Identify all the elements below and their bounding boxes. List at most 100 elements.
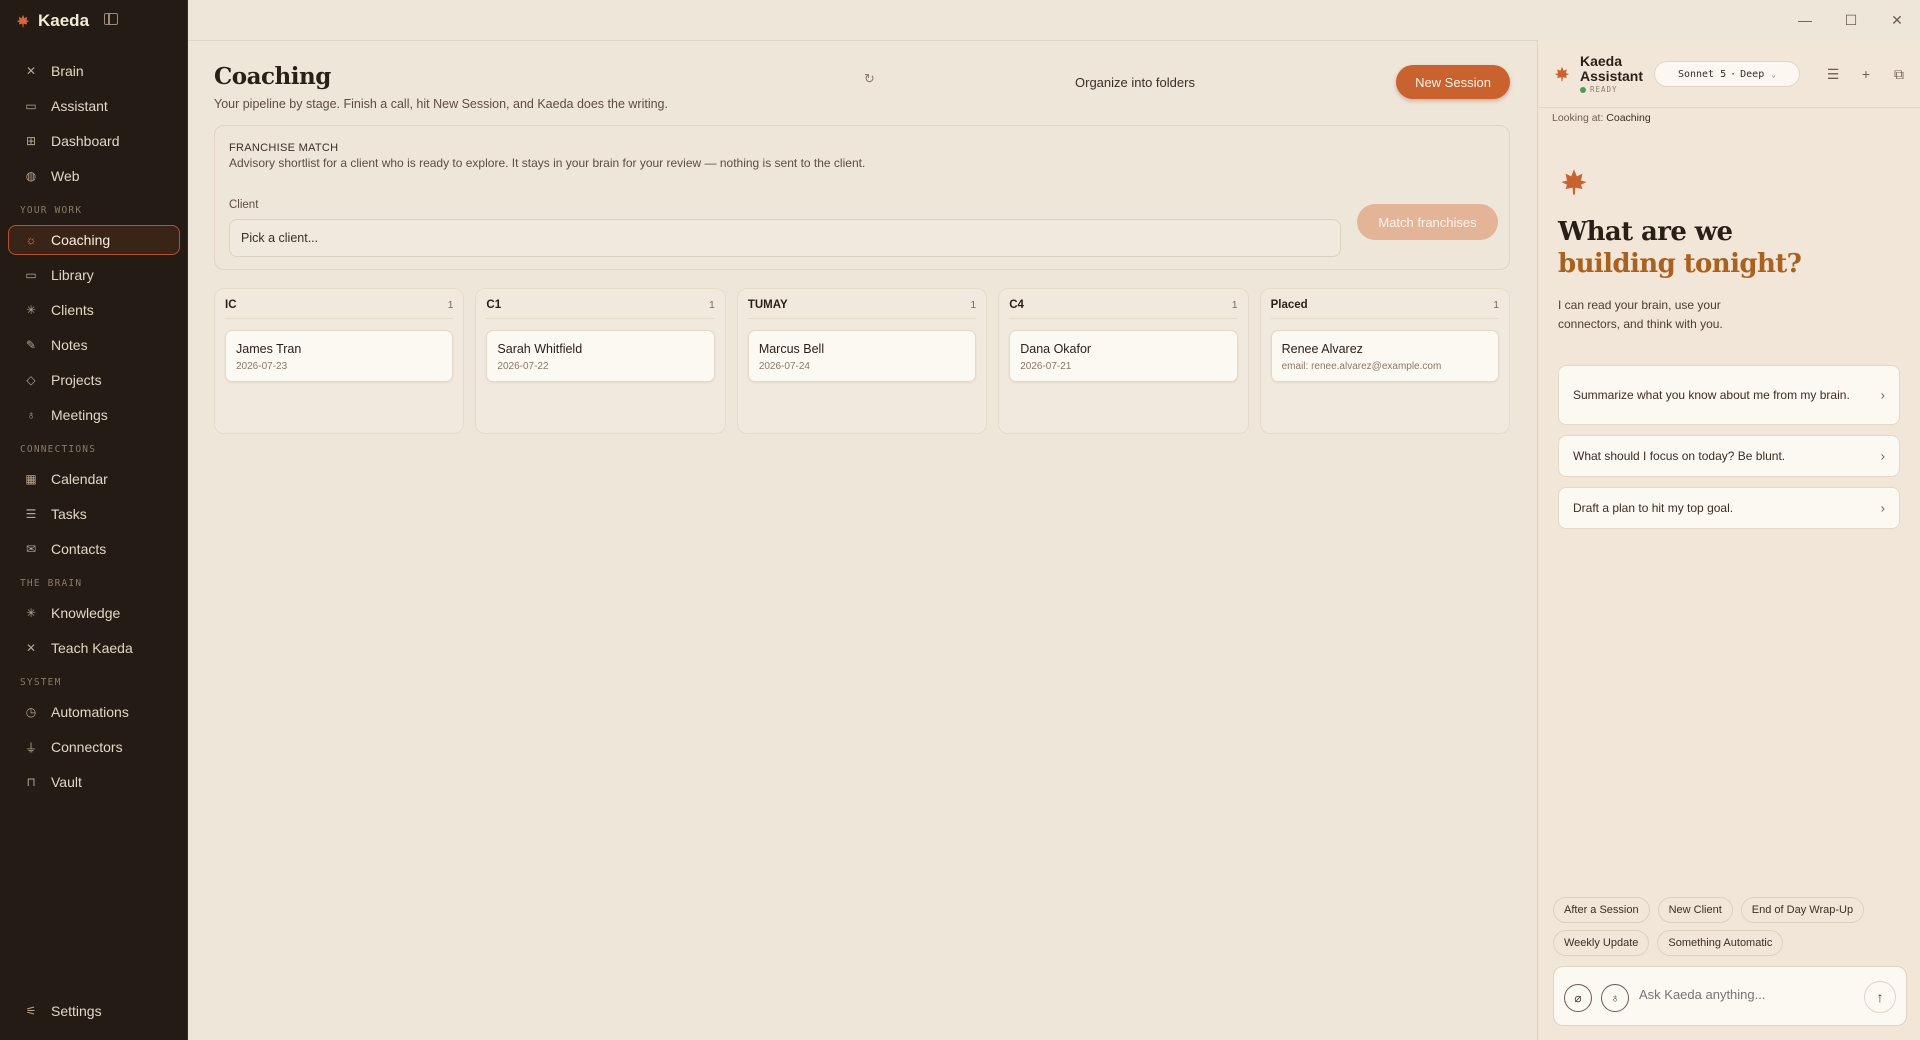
sidebar-item-clients[interactable]: ✳ Clients — [8, 295, 180, 325]
stage-name: TUMAY — [747, 299, 788, 311]
sidebar-item-label: Settings — [51, 1003, 102, 1019]
model-name: Sonnet 5 — [1677, 68, 1727, 80]
context-value: Coaching — [1606, 112, 1651, 124]
new-session-button[interactable]: New Session — [1396, 65, 1510, 99]
clock-icon: ◷ — [25, 705, 37, 719]
brain-icon: ✕ — [25, 641, 37, 655]
assistant-status-label: READY — [1590, 85, 1618, 94]
section-connections: CONNECTIONS — [20, 444, 97, 455]
stage-header: Placed 1 — [1270, 299, 1500, 319]
stage-column-c1: C1 1 Sarah Whitfield 2026-07-22 — [475, 288, 726, 434]
client-card[interactable]: Marcus Bell 2026-07-24 — [747, 330, 977, 382]
microphone-icon[interactable]: ♁ — [1601, 984, 1629, 1012]
client-label: Client — [229, 199, 259, 211]
stage-header: C1 1 — [486, 299, 715, 319]
sidebar-item-vault[interactable]: ⊓ Vault — [8, 767, 180, 797]
stage-count: 1 — [970, 299, 977, 311]
stage-count: 1 — [708, 299, 715, 311]
mail-icon: ✉ — [25, 542, 37, 556]
stage-name: IC — [225, 299, 237, 311]
grid-icon: ⊞ — [25, 134, 37, 148]
client-card[interactable]: James Tran 2026-07-23 — [225, 330, 454, 382]
maximize-icon[interactable]: ☐ — [1828, 0, 1874, 40]
chip-new-client[interactable]: New Client — [1657, 897, 1733, 923]
suggested-prompt[interactable]: Draft a plan to hit my top goal. › — [1558, 487, 1900, 529]
sidebar-item-label: Tasks — [51, 506, 87, 522]
close-icon[interactable]: ✕ — [1874, 0, 1920, 40]
client-name: Renee Alvarez — [1281, 342, 1363, 356]
send-arrow-icon[interactable]: ↑ — [1864, 981, 1896, 1013]
stage-name: C4 — [1009, 299, 1024, 311]
window-controls: — ☐ ✕ — [1782, 0, 1920, 40]
attach-paperclip-icon[interactable]: ⌀ — [1564, 984, 1592, 1012]
sidebar-item-label: Contacts — [51, 541, 107, 557]
sidebar-item-contacts[interactable]: ✉ Contacts — [8, 534, 180, 564]
stage-column-ic: IC 1 James Tran 2026-07-23 — [214, 288, 465, 434]
assistant-hero-subtitle: I can read your brain, use your connecto… — [1558, 298, 1723, 331]
stage-column-tumay: TUMAY 1 Marcus Bell 2026-07-24 — [736, 288, 988, 434]
model-selector[interactable]: Sonnet 5 · Deep ⌄ — [1654, 61, 1800, 87]
calendar-icon: ▦ — [25, 472, 37, 486]
sidebar-item-brain[interactable]: ✕ Brain — [8, 56, 180, 86]
sidebar-item-teach-kaeda[interactable]: ✕ Teach Kaeda — [8, 633, 180, 663]
chat-input[interactable] — [1639, 987, 1839, 1002]
pop-out-icon[interactable]: ⧉ — [1889, 64, 1909, 84]
sidebar-item-coaching[interactable]: ☼ Coaching — [8, 225, 180, 255]
stage-column-placed: Placed 1 Renee Alvarez email: renee.alvare… — [1259, 288, 1511, 434]
mic-icon: ♁ — [26, 408, 36, 422]
status-dot-icon — [1580, 86, 1586, 93]
client-card[interactable]: Sarah Whitfield 2026-07-22 — [486, 330, 715, 382]
sidebar-item-connectors[interactable]: ⏚ Connectors — [8, 732, 180, 762]
client-name: James Tran — [236, 342, 302, 356]
franchise-match-description: Advisory shortlist for a client who is r… — [229, 156, 866, 170]
client-name: Dana Okafor — [1020, 342, 1092, 356]
chip-after-a-session[interactable]: After a Session — [1553, 897, 1650, 923]
prompt-text: Summarize what you know about me from my… — [1573, 387, 1850, 402]
chevron-right-icon: › — [1880, 387, 1885, 403]
sidebar-item-knowledge[interactable]: ✳ Knowledge — [8, 598, 180, 628]
client-card[interactable]: Dana Okafor 2026-07-21 — [1009, 330, 1238, 382]
sidebar-item-dashboard[interactable]: ⊞ Dashboard — [8, 126, 180, 156]
minimize-icon[interactable]: — — [1782, 0, 1828, 40]
sidebar-item-label: Meetings — [51, 407, 108, 423]
section-system: SYSTEM — [20, 677, 62, 688]
hero-line-1: What are we — [1558, 217, 1733, 247]
chip-end-of-day-wrap-up[interactable]: End of Day Wrap-Up — [1740, 897, 1865, 923]
sidebar-item-web[interactable]: ◍ Web — [8, 161, 180, 191]
sidebar-item-label: Notes — [51, 337, 88, 353]
sidebar-toggle-icon[interactable] — [104, 13, 118, 25]
sidebar-item-automations[interactable]: ◷ Automations — [8, 697, 180, 727]
chip-weekly-update[interactable]: Weekly Update — [1553, 930, 1650, 956]
franchise-match-heading: FRANCHISE MATCH — [229, 142, 339, 154]
sidebar-item-tasks[interactable]: ☰ Tasks — [8, 499, 180, 529]
history-list-icon[interactable]: ☰ — [1823, 64, 1843, 84]
client-meta: 2026-07-21 — [1020, 361, 1072, 372]
refresh-icon[interactable]: ↻ — [864, 71, 878, 86]
suggested-prompt[interactable]: What should I focus on today? Be blunt. › — [1558, 435, 1900, 477]
stage-column-c4: C4 1 Dana Okafor 2026-07-21 — [998, 288, 1249, 434]
sidebar-item-assistant[interactable]: ▭ Assistant — [8, 91, 180, 121]
client-select[interactable]: Pick a client... — [229, 219, 1341, 257]
sidebar-item-notes[interactable]: ✎ Notes — [8, 330, 180, 360]
brand[interactable]: Kaeda — [16, 10, 89, 32]
client-name: Marcus Bell — [758, 342, 825, 356]
organize-folders-button[interactable]: Organize into folders — [1075, 75, 1195, 90]
sidebar-item-library[interactable]: ▭ Library — [8, 260, 180, 290]
sidebar: Kaeda ✕ Brain ▭ Assistant ⊞ Dashboard ◍ Web … — [0, 0, 188, 1040]
page-subtitle: Your pipeline by stage. Finish a call, h… — [214, 97, 668, 111]
sidebar-item-projects[interactable]: ◇ Projects — [8, 365, 180, 395]
stage-count: 1 — [1231, 299, 1238, 311]
sidebar-item-settings[interactable]: ⚟ Settings — [8, 996, 180, 1026]
match-franchises-button[interactable]: Match franchises — [1357, 204, 1498, 240]
prompt-text: What should I focus on today? Be blunt. — [1573, 448, 1786, 463]
maple-leaf-logo-icon — [16, 14, 30, 28]
sliders-icon: ⚟ — [25, 1004, 37, 1018]
suggested-prompt[interactable]: Summarize what you know about me from my… — [1558, 365, 1900, 425]
sidebar-item-calendar[interactable]: ▦ Calendar — [8, 464, 180, 494]
hero-line-2: building tonight? — [1558, 249, 1802, 279]
sidebar-item-meetings[interactable]: ♁ Meetings — [8, 400, 180, 430]
sidebar-item-label: Projects — [51, 372, 102, 388]
client-card[interactable]: Renee Alvarez email: renee.alvarez@exampl… — [1270, 330, 1500, 382]
chip-something-automatic[interactable]: Something Automatic — [1657, 930, 1784, 956]
new-chat-plus-icon[interactable]: + — [1856, 64, 1876, 84]
